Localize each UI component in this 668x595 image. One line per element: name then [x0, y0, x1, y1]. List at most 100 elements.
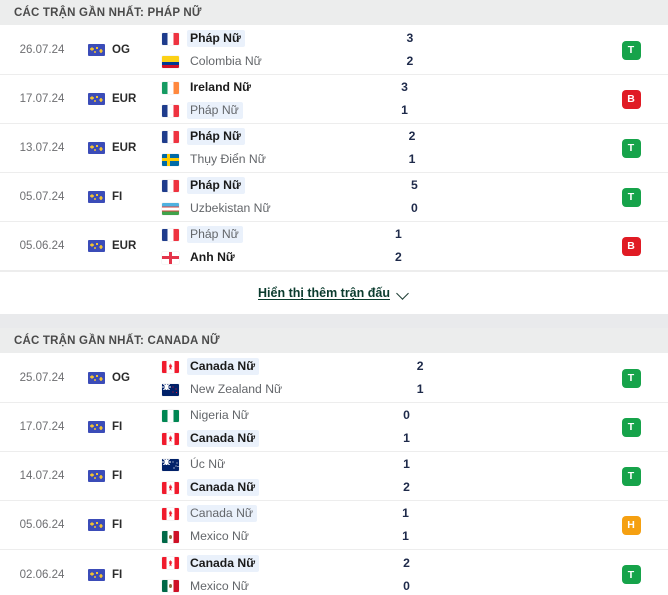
- competition-cell[interactable]: EUR: [84, 124, 156, 172]
- result-badge: H: [621, 515, 641, 535]
- away-team-name: Thụy Điển Nữ: [190, 152, 266, 166]
- home-team[interactable]: Ireland Nữ: [162, 79, 365, 96]
- competition-label: FI: [112, 421, 123, 433]
- home-score: 3: [406, 31, 414, 45]
- match-row[interactable]: 26.07.24 OG Pháp Nữ Colombia Nữ 3 2 T: [0, 26, 668, 75]
- away-score: 0: [403, 578, 410, 593]
- competition-cell[interactable]: FI: [84, 403, 156, 451]
- home-score: 2: [403, 555, 410, 570]
- show-more-matches-button[interactable]: Hiển thị thêm trận đấu: [258, 286, 410, 300]
- match-row[interactable]: 14.07.24 FI Úc Nữ Canada Nữ 1 2 T: [0, 452, 668, 501]
- away-team[interactable]: Mexico Nữ: [162, 578, 367, 595]
- result-cell: T: [594, 403, 668, 451]
- result-badge: B: [621, 89, 641, 109]
- away-team[interactable]: Colombia Nữ: [162, 53, 370, 70]
- match-row[interactable]: 17.07.24 FI Nigeria Nữ Canada Nữ 0 1 T: [0, 403, 668, 452]
- home-team[interactable]: Canada Nữ: [162, 554, 367, 572]
- match-date-cell: 05.07.24: [0, 173, 84, 221]
- away-score: 1: [403, 431, 410, 445]
- away-team[interactable]: Anh Nữ: [162, 249, 358, 266]
- home-score: 0: [403, 408, 410, 422]
- home-team[interactable]: Canada Nữ: [162, 358, 380, 375]
- away-team[interactable]: Canada Nữ: [162, 430, 367, 447]
- competition-cell[interactable]: OG: [84, 354, 156, 402]
- flag-icon-fr: [162, 228, 179, 241]
- match-date: 13.07.24: [19, 142, 65, 154]
- teams-cell: Canada Nữ Mexico Nữ: [156, 550, 367, 595]
- home-team[interactable]: Canada Nữ: [162, 505, 366, 522]
- match-date-cell: 13.07.24: [0, 124, 84, 172]
- away-team[interactable]: Mexico Nữ: [162, 528, 366, 545]
- away-team[interactable]: New Zealand Nữ: [162, 381, 380, 398]
- home-team[interactable]: Pháp Nữ: [162, 177, 374, 194]
- competition-cell[interactable]: FI: [84, 550, 156, 595]
- show-more-label: Hiển thị thêm trận đấu: [258, 286, 390, 300]
- competition-label: FI: [112, 470, 123, 482]
- score-cell: 11: [366, 501, 486, 549]
- home-team[interactable]: Pháp Nữ: [162, 226, 358, 243]
- match-row[interactable]: 05.06.24 EUR Pháp Nữ Anh Nữ 1 2 B: [0, 222, 668, 271]
- match-date: 05.06.24: [19, 519, 65, 531]
- home-team[interactable]: Pháp Nữ: [162, 30, 370, 47]
- match-row[interactable]: 02.06.24 FI Canada Nữ Mexico Nữ 2 0 T: [0, 550, 668, 595]
- match-section-1: CÁC TRẬN GẦN NHẤT: CANADA NỮ 25.07.24 OG Ca…: [0, 328, 668, 595]
- match-row[interactable]: 05.07.24 FI Pháp Nữ Uzbekistan Nữ 5 0 T: [0, 173, 668, 222]
- competition-cell[interactable]: FI: [84, 452, 156, 500]
- competition-label: FI: [112, 191, 123, 203]
- result-badge: T: [621, 368, 641, 388]
- match-date: 02.06.24: [19, 568, 65, 581]
- row-spacer: [486, 501, 594, 549]
- result-cell: H: [594, 501, 668, 549]
- away-score: 1: [416, 382, 424, 396]
- match-date-cell: 02.06.24: [0, 550, 84, 595]
- match-date-cell: 17.07.24: [0, 403, 84, 451]
- result-cell: T: [594, 173, 668, 221]
- away-team[interactable]: Thụy Điển Nữ: [162, 151, 372, 168]
- away-team-name: Pháp Nữ: [187, 102, 243, 119]
- world-map-icon: [88, 519, 105, 531]
- result-cell: B: [594, 222, 668, 270]
- score-cell: 21: [372, 124, 492, 172]
- flag-icon-ca: [162, 481, 179, 494]
- competition-cell[interactable]: FI: [84, 173, 156, 221]
- world-map-icon: [88, 470, 105, 482]
- match-row[interactable]: 13.07.24 EUR Pháp Nữ Thụy Điển Nữ 2 1 T: [0, 124, 668, 173]
- away-team-name: Canada Nữ: [187, 479, 260, 496]
- flag-icon-ca: [162, 557, 179, 569]
- match-row[interactable]: 05.06.24 FI Canada Nữ Mexico Nữ 1 1 H: [0, 501, 668, 550]
- competition-cell[interactable]: EUR: [84, 222, 156, 270]
- score-cell: 01: [367, 403, 487, 451]
- row-spacer: [500, 354, 594, 402]
- competition-cell[interactable]: FI: [84, 501, 156, 549]
- teams-cell: Pháp Nữ Uzbekistan Nữ: [156, 173, 374, 221]
- away-team[interactable]: Pháp Nữ: [162, 102, 365, 119]
- row-spacer: [492, 124, 594, 172]
- flag-icon-ca: [162, 432, 179, 445]
- competition-cell[interactable]: OG: [84, 26, 156, 74]
- flag-icon-mx: [162, 580, 179, 592]
- home-score: 3: [401, 80, 408, 94]
- match-date-cell: 25.07.24: [0, 354, 84, 402]
- world-map-icon: [88, 44, 105, 56]
- home-team-name: Pháp Nữ: [187, 177, 245, 194]
- flag-icon-ng: [162, 409, 179, 422]
- home-team[interactable]: Nigeria Nữ: [162, 407, 367, 424]
- away-team-name: Colombia Nữ: [190, 54, 262, 68]
- row-spacer: [478, 222, 594, 270]
- result-cell: B: [594, 75, 668, 123]
- result-cell: T: [594, 26, 668, 74]
- home-team[interactable]: Úc Nữ: [162, 456, 367, 473]
- away-team[interactable]: Uzbekistan Nữ: [162, 200, 374, 217]
- section-gap: [0, 314, 668, 328]
- home-team[interactable]: Pháp Nữ: [162, 128, 372, 145]
- away-team[interactable]: Canada Nữ: [162, 479, 367, 496]
- match-date: 17.07.24: [19, 421, 65, 433]
- match-date-cell: 05.06.24: [0, 501, 84, 549]
- competition-cell[interactable]: EUR: [84, 75, 156, 123]
- match-row[interactable]: 17.07.24 EUR Ireland Nữ Pháp Nữ 3 1 B: [0, 75, 668, 124]
- teams-cell: Úc Nữ Canada Nữ: [156, 452, 367, 500]
- teams-cell: Pháp Nữ Thụy Điển Nữ: [156, 124, 372, 172]
- match-row[interactable]: 25.07.24 OG Canada Nữ New Zealand Nữ 2 1 T: [0, 354, 668, 403]
- match-date: 05.07.24: [19, 191, 65, 203]
- away-score: 1: [401, 103, 408, 117]
